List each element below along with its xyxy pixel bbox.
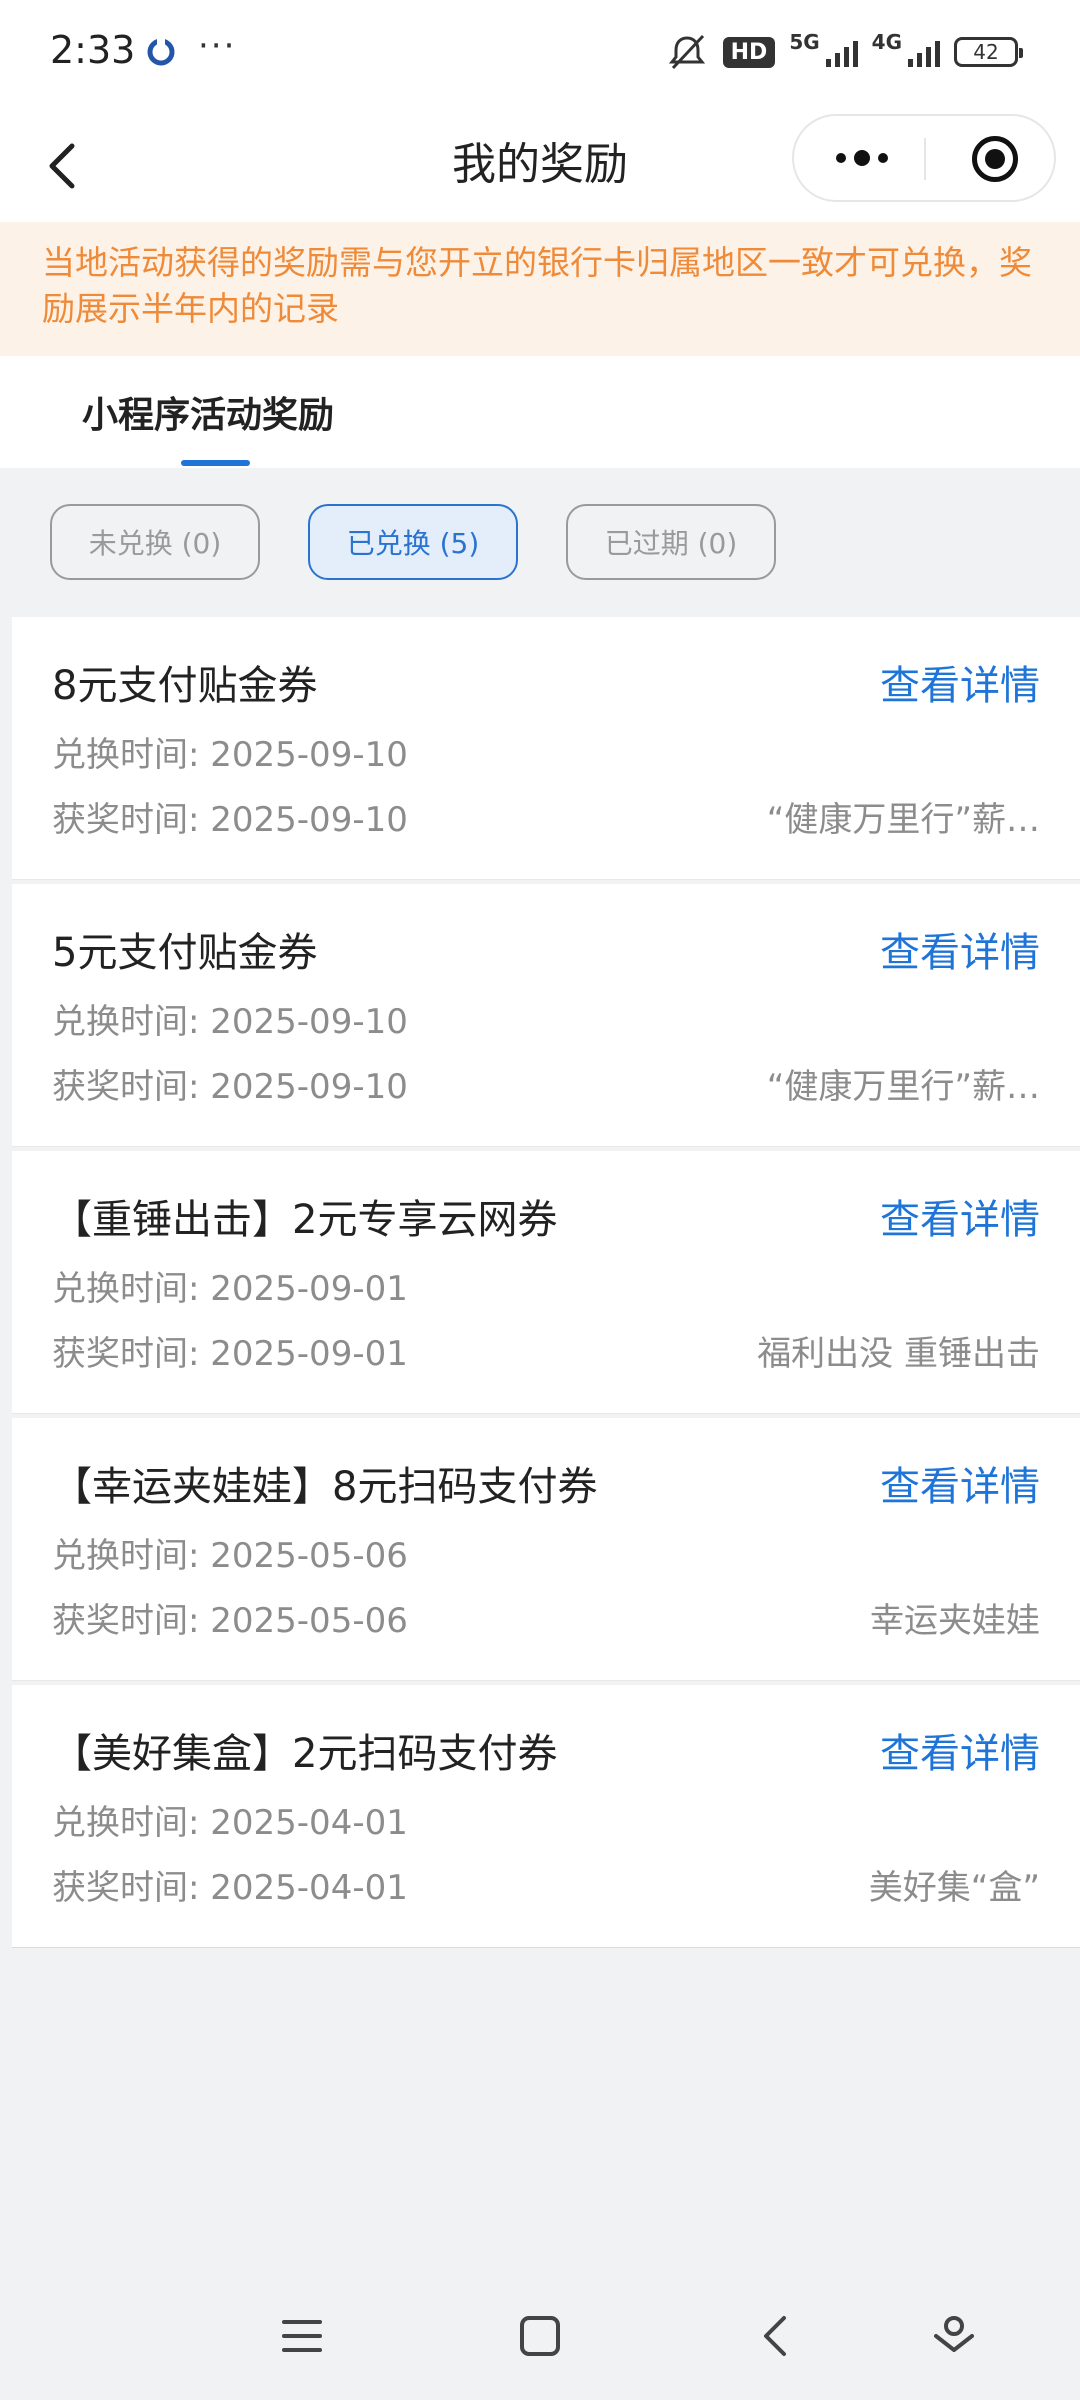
battery-icon: 42 [954, 37, 1023, 67]
win-time: 获奖时间: 2025-04-01 [52, 1868, 408, 1908]
reward-title: 5元支付贴金券 [52, 930, 318, 976]
redeem-time: 兑换时间: 2025-09-10 [52, 1002, 408, 1042]
assistant-icon[interactable] [928, 2310, 980, 2362]
nav-bar: 我的奖励 [0, 110, 1080, 222]
signal-icon-1 [825, 37, 858, 67]
signal-icon-2 [908, 37, 940, 67]
reward-card: 【幸运夹娃娃】8元扫码支付券 查看详情 兑换时间: 2025-05-06 获奖时… [12, 1418, 1080, 1681]
system-nav-bar [0, 2280, 1080, 2390]
filter-expired[interactable]: 已过期 (0) [566, 504, 776, 580]
tab-miniprogram-rewards[interactable]: 小程序活动奖励 [82, 386, 334, 438]
activity-source: 幸运夹娃娃 [870, 1601, 1040, 1641]
app-notification-icon [147, 38, 175, 66]
miniprogram-capsule [792, 114, 1056, 202]
filter-unredeemed[interactable]: 未兑换 (0) [50, 504, 260, 580]
win-time: 获奖时间: 2025-09-10 [52, 1067, 408, 1107]
reward-card: 【美好集盒】2元扫码支付券 查看详情 兑换时间: 2025-04-01 获奖时间… [12, 1685, 1080, 1948]
win-time: 获奖时间: 2025-09-10 [52, 800, 408, 840]
reward-list: 8元支付贴金券 查看详情 兑换时间: 2025-09-10 获奖时间: 2025… [12, 617, 1080, 1952]
reward-card: 【重锤出击】2元专享云网券 查看详情 兑换时间: 2025-09-01 获奖时间… [12, 1151, 1080, 1414]
hd-badge: HD [722, 36, 776, 68]
battery-level: 42 [973, 40, 999, 64]
reward-title: 【重锤出击】2元专享云网券 [52, 1197, 558, 1243]
home-icon[interactable] [514, 2310, 566, 2362]
net-4g-label: 4G [871, 30, 902, 54]
filter-group: 未兑换 (0) 已兑换 (5) 已过期 (0) [0, 500, 1080, 580]
capsule-divider [924, 138, 926, 180]
close-miniprogram-icon[interactable] [972, 136, 1018, 182]
status-bar: 2:33 ··· HD 5G 4G 42 [0, 0, 1080, 110]
view-details-link[interactable]: 查看详情 [880, 1721, 1040, 1779]
menu-icon[interactable] [276, 2310, 328, 2362]
reward-title: 【美好集盒】2元扫码支付券 [52, 1731, 558, 1777]
activity-source: 美好集“盒” [868, 1868, 1040, 1908]
reward-title: 8元支付贴金券 [52, 663, 318, 709]
reward-card: 8元支付贴金券 查看详情 兑换时间: 2025-09-10 获奖时间: 2025… [12, 617, 1080, 880]
mute-icon [668, 34, 705, 70]
activity-source: 福利出没 重锤出击 [757, 1334, 1040, 1374]
redeem-time: 兑换时间: 2025-09-01 [52, 1269, 408, 1309]
redeem-time: 兑换时间: 2025-05-06 [52, 1536, 408, 1576]
activity-source: “健康万里行”薪… [766, 800, 1040, 840]
activity-source: “健康万里行”薪… [766, 1067, 1040, 1107]
view-details-link[interactable]: 查看详情 [880, 1187, 1040, 1245]
status-more-dots: ··· [198, 26, 237, 66]
win-time: 获奖时间: 2025-05-06 [52, 1601, 408, 1641]
status-time: 2:33 [50, 28, 136, 72]
back-icon[interactable] [750, 2310, 802, 2362]
status-right-icons: HD 5G 4G 42 [665, 30, 1023, 74]
reward-card: 5元支付贴金券 查看详情 兑换时间: 2025-09-10 获奖时间: 2025… [12, 884, 1080, 1147]
tab-active-indicator [181, 460, 250, 466]
net-5g-label: 5G [789, 30, 820, 54]
win-time: 获奖时间: 2025-09-01 [52, 1334, 408, 1374]
view-details-link[interactable]: 查看详情 [880, 653, 1040, 711]
filter-redeemed[interactable]: 已兑换 (5) [308, 504, 518, 580]
view-details-link[interactable]: 查看详情 [880, 1454, 1040, 1512]
redeem-time: 兑换时间: 2025-04-01 [52, 1803, 408, 1843]
notice-banner: 当地活动获得的奖励需与您开立的银行卡归属地区一致才可兑换，奖励展示半年内的记录 [0, 222, 1080, 356]
reward-title: 【幸运夹娃娃】8元扫码支付券 [52, 1464, 598, 1510]
tab-bar: 小程序活动奖励 [0, 356, 1080, 468]
more-options-icon[interactable] [822, 136, 902, 180]
redeem-time: 兑换时间: 2025-09-10 [52, 735, 408, 775]
view-details-link[interactable]: 查看详情 [880, 920, 1040, 978]
